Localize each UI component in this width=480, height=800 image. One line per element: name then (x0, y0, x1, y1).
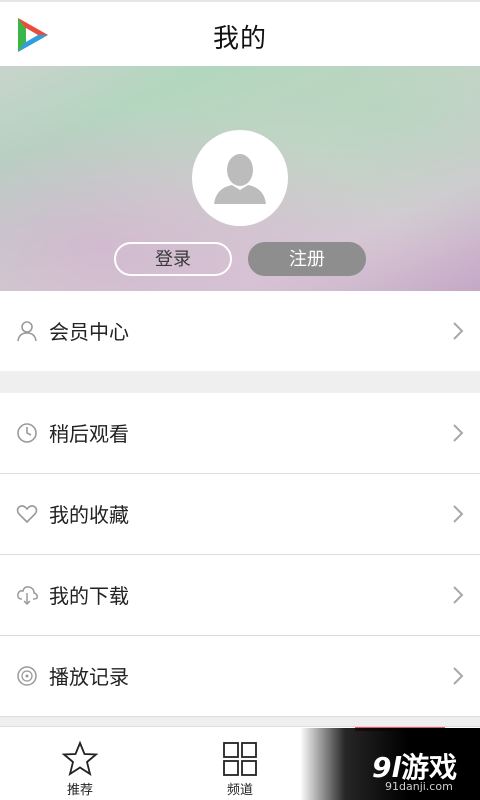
tab-channel[interactable]: 频道 (160, 727, 320, 800)
login-button[interactable]: 登录 (114, 242, 232, 276)
watermark-url: 91danji.com (385, 780, 453, 793)
chevron-right-icon (453, 667, 464, 685)
menu-item-label: 我的下载 (49, 584, 129, 608)
avatar[interactable] (192, 130, 288, 226)
menu-item-favorites[interactable]: 我的收藏 (0, 474, 480, 554)
chevron-right-icon (453, 505, 464, 523)
menu-item-member-center[interactable]: 会员中心 (0, 291, 480, 371)
page-title: 我的 (212, 24, 267, 54)
tab-recommend[interactable]: 推荐 (0, 727, 160, 800)
menu-item-watch-later[interactable]: 稍后观看 (0, 393, 480, 473)
register-button[interactable]: 注册 (248, 242, 366, 276)
menu-item-history[interactable]: 播放记录 (0, 636, 480, 716)
grid-icon (223, 742, 257, 776)
tab-label: 频道 (226, 783, 253, 798)
chevron-right-icon (453, 424, 464, 442)
cloud-download-icon (17, 586, 38, 606)
chevron-right-icon (453, 586, 464, 604)
app-header: 我的 (0, 0, 480, 66)
heart-icon (16, 505, 38, 524)
tab-label: 推荐 (66, 783, 93, 798)
profile-banner: 登录 注册 (0, 66, 480, 291)
menu-item-label: 我的收藏 (49, 503, 129, 527)
row-divider (0, 716, 480, 717)
star-icon (62, 741, 98, 777)
clock-icon (17, 423, 37, 443)
menu-item-downloads[interactable]: 我的下载 (0, 555, 480, 635)
menu-item-label: 播放记录 (49, 665, 129, 689)
person-icon (17, 321, 37, 342)
menu-item-label: 稍后观看 (49, 422, 129, 446)
chevron-right-icon (453, 322, 464, 340)
default-avatar-icon (214, 154, 266, 204)
history-icon (17, 666, 37, 686)
menu-item-label: 会员中心 (49, 320, 129, 344)
